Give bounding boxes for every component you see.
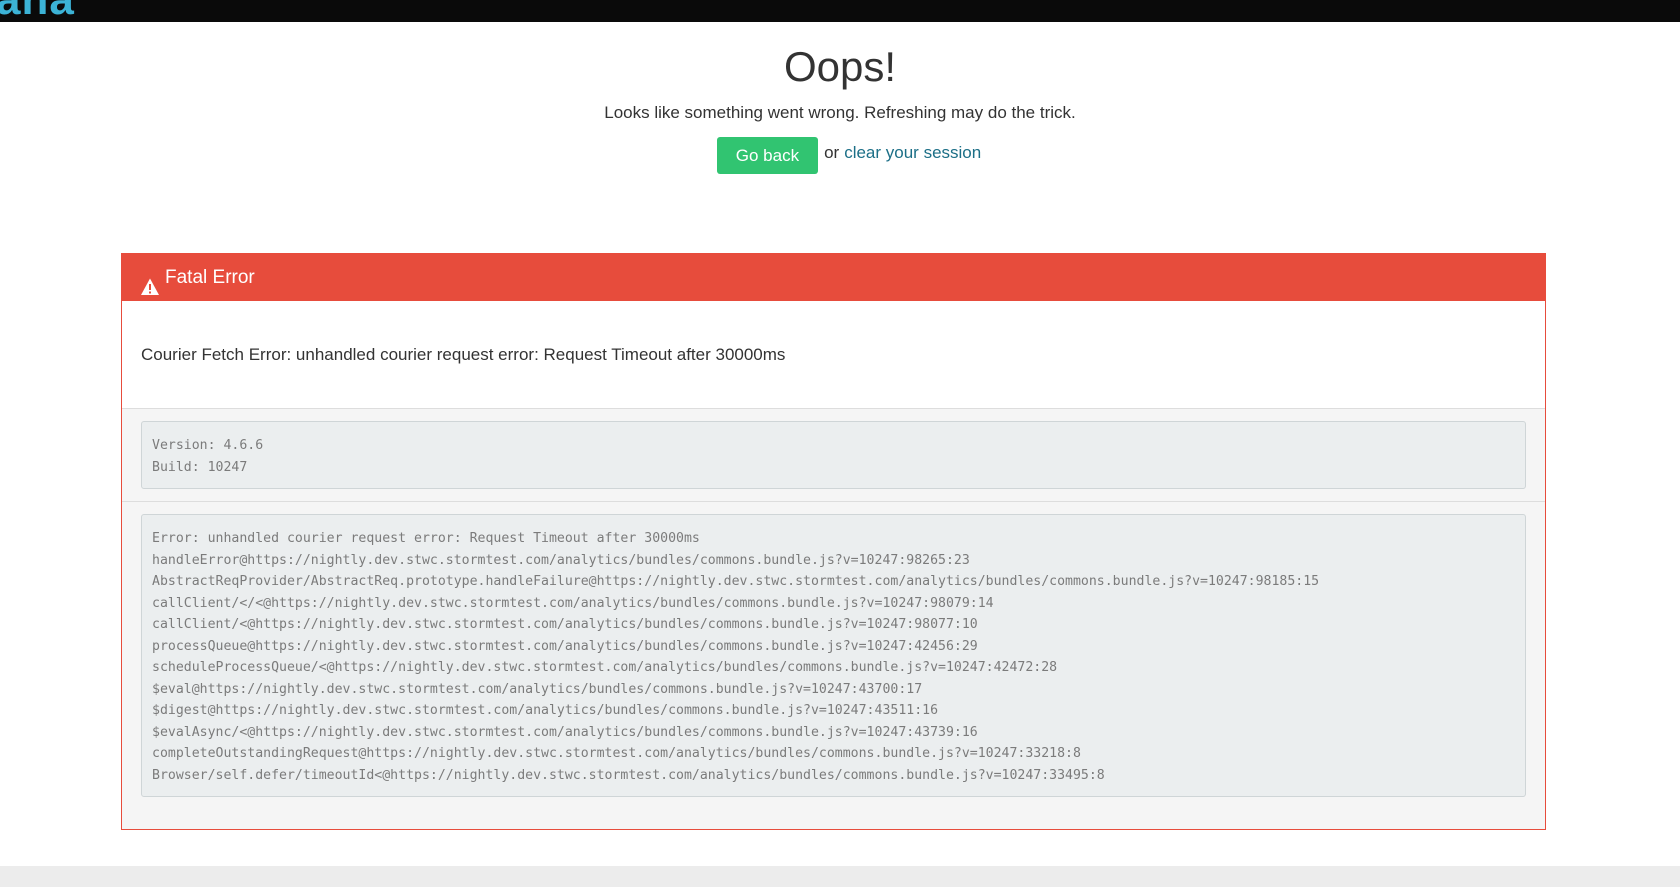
version-info: Version: 4.6.6 Build: 10247 <box>141 421 1526 489</box>
footer-strip <box>0 866 1680 887</box>
stack-trace-section: Error: unhandled courier request error: … <box>122 502 1545 809</box>
top-nav-bar: ana <box>0 0 1680 22</box>
go-back-button[interactable]: Go back <box>716 136 819 174</box>
error-actions: Go back or clear your session <box>0 136 1680 174</box>
error-message: Courier Fetch Error: unhandled courier r… <box>122 301 1545 409</box>
panel-heading-title: Fatal Error <box>165 267 255 288</box>
page-title: Oops! <box>783 43 897 90</box>
or-text: or <box>824 143 840 162</box>
app-logo[interactable]: ana <box>0 0 75 22</box>
panel-heading: Fatal Error <box>122 254 1545 301</box>
version-section: Version: 4.6.6 Build: 10247 <box>122 409 1545 502</box>
fatal-error-panel: Fatal Error Courier Fetch Error: unhandl… <box>121 253 1546 830</box>
warning-triangle-icon <box>140 268 160 295</box>
error-subtitle: Looks like something went wrong. Refresh… <box>604 103 1076 122</box>
clear-session-link[interactable]: clear your session <box>844 143 981 163</box>
stack-trace: Error: unhandled courier request error: … <box>141 514 1526 797</box>
